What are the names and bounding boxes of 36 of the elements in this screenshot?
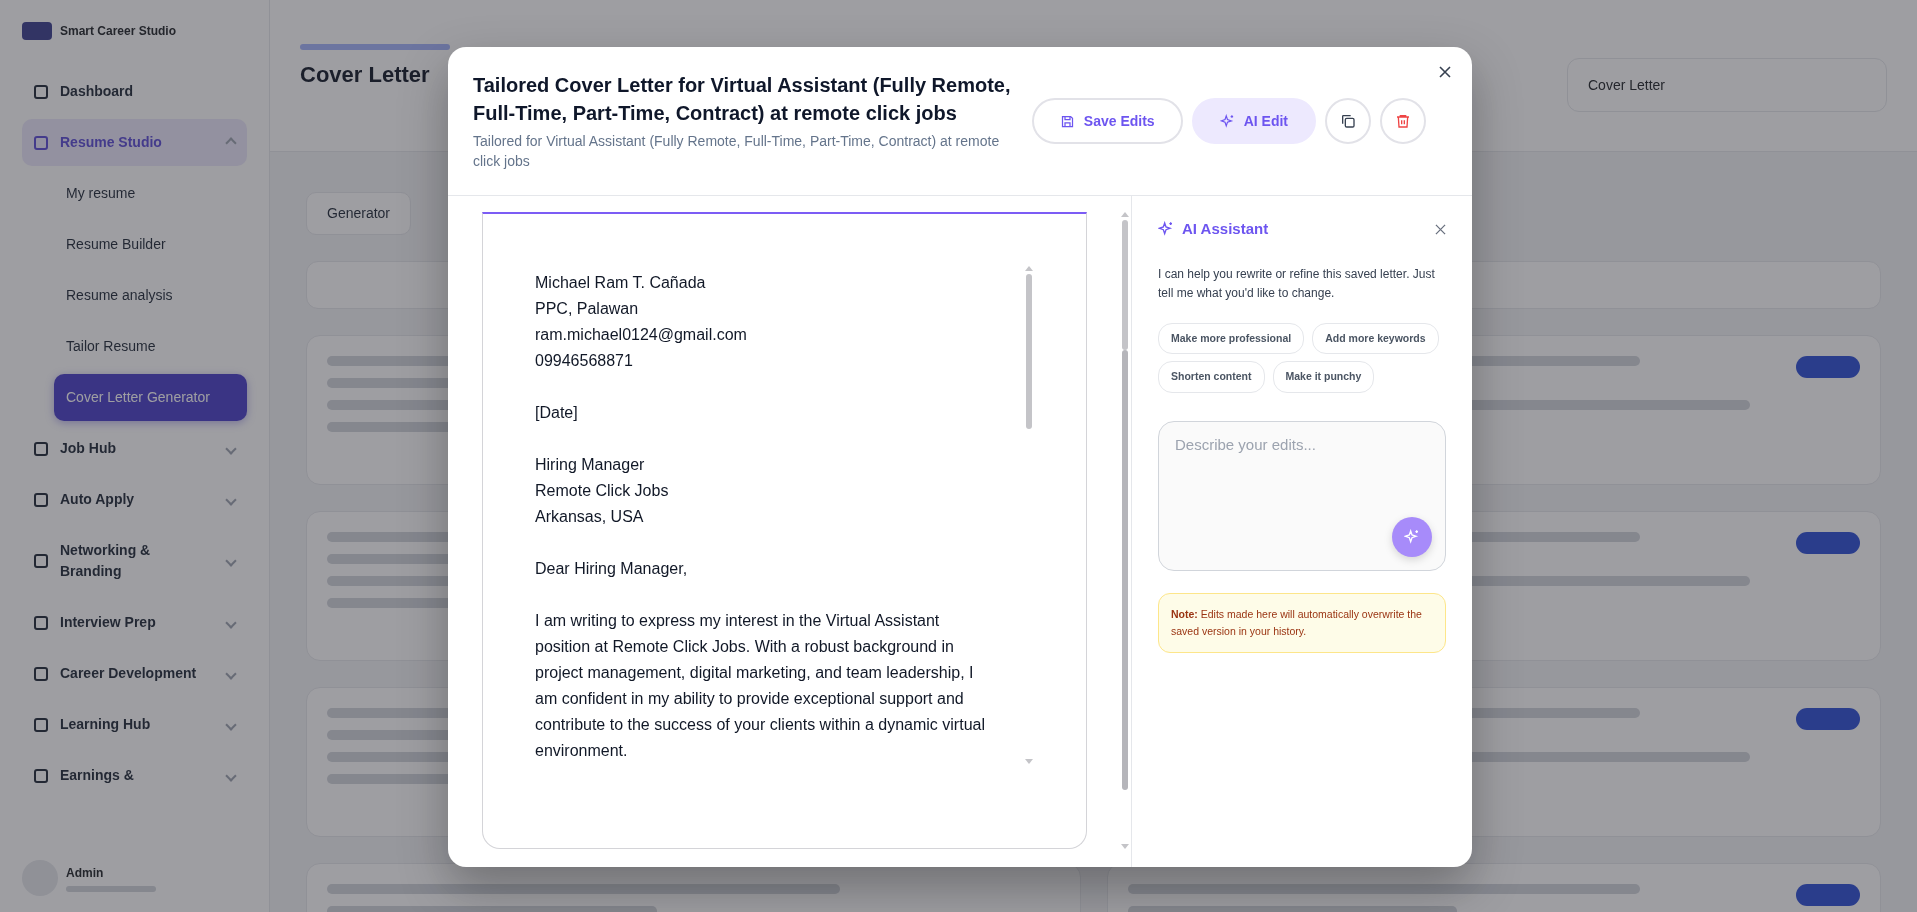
sidebar-item[interactable]: Dashboard: [22, 68, 247, 115]
letter-paragraph: [Date]: [535, 403, 579, 423]
dialog-title: Tailored Cover Letter for Virtual Assistant (Fully Remote, Full-Time, Part-Time, Contract) at remote click jobs: [473, 72, 1012, 126]
dialog-subtitle: Tailored for Virtual Assistant (Fully Remote, Full-Time, Part-Time, Contract) at remote click jobs: [473, 131, 1001, 171]
assistant-title: AI Assistant: [1182, 219, 1269, 239]
overwrite-note: Note: Edits made here will automatically overwrite the saved version in your history.: [1158, 593, 1446, 653]
suggestion-chip[interactable]: Shorten content: [1158, 361, 1265, 393]
sidebar-item[interactable]: Resume Studio: [22, 119, 247, 166]
suggestion-chip[interactable]: Add more keywords: [1312, 322, 1439, 355]
suggestion-chip[interactable]: Make more professional: [1158, 322, 1305, 355]
suggestion-chip[interactable]: Make it punchy: [1272, 361, 1375, 393]
sidebar-subitem[interactable]: My resume: [54, 170, 247, 217]
sidebar-subitem[interactable]: Tailor Resume: [54, 323, 247, 370]
letter-paragraph: Hiring Manager Remote Click Jobs Arkansas, USA: [535, 455, 670, 527]
edit-prompt-field[interactable]: Describe your edits...: [1158, 421, 1446, 571]
sidebar-subitem[interactable]: Resume Builder: [54, 221, 247, 268]
assistant-intro: I can help you rewrite or refine this saved letter. Just tell me what you'd like to change.: [1158, 265, 1436, 302]
sidebar-item[interactable]: Auto Apply: [22, 476, 247, 523]
sidebar-item[interactable]: Learning Hub: [22, 701, 247, 748]
save-edits-button[interactable]: Save Edits: [1031, 98, 1183, 144]
user-name: Admin: [66, 865, 105, 882]
sidebar-item[interactable]: Job Hub: [22, 425, 247, 472]
sidebar-item[interactable]: Networking & Branding: [22, 527, 247, 595]
type-select[interactable]: Cover Letter: [1567, 58, 1887, 112]
letter-paragraph: I am writing to express my interest in the Virtual Assistant position at Remote Click Jobs. With a robust background in project management, digital marketing, and team leadership, I am confident in my ability to provide exceptional support and contribute to the success of your clients within a dynamic virtual environment.: [535, 611, 986, 761]
sidebar-subitem[interactable]: Resume analysis: [54, 272, 247, 319]
sidebar-subitem[interactable]: Cover Letter Generator: [54, 374, 247, 421]
sidebar-item[interactable]: Career Development: [22, 650, 247, 697]
generator-tab[interactable]: Generator: [306, 192, 412, 235]
sidebar-item[interactable]: Earnings &: [22, 752, 247, 799]
sidebar-item[interactable]: Interview Prep: [22, 599, 247, 646]
letter-paragraph: Michael Ram T. Cañada PPC, Palawan ram.michael0124@gmail.com 09946568871: [535, 273, 748, 371]
page-title: Cover Letter: [300, 61, 431, 89]
ai-edit-button[interactable]: AI Edit: [1191, 98, 1316, 144]
letter-paragraph: Dear Hiring Manager,: [535, 559, 689, 579]
brand-name: Smart Career Studio: [60, 23, 177, 40]
